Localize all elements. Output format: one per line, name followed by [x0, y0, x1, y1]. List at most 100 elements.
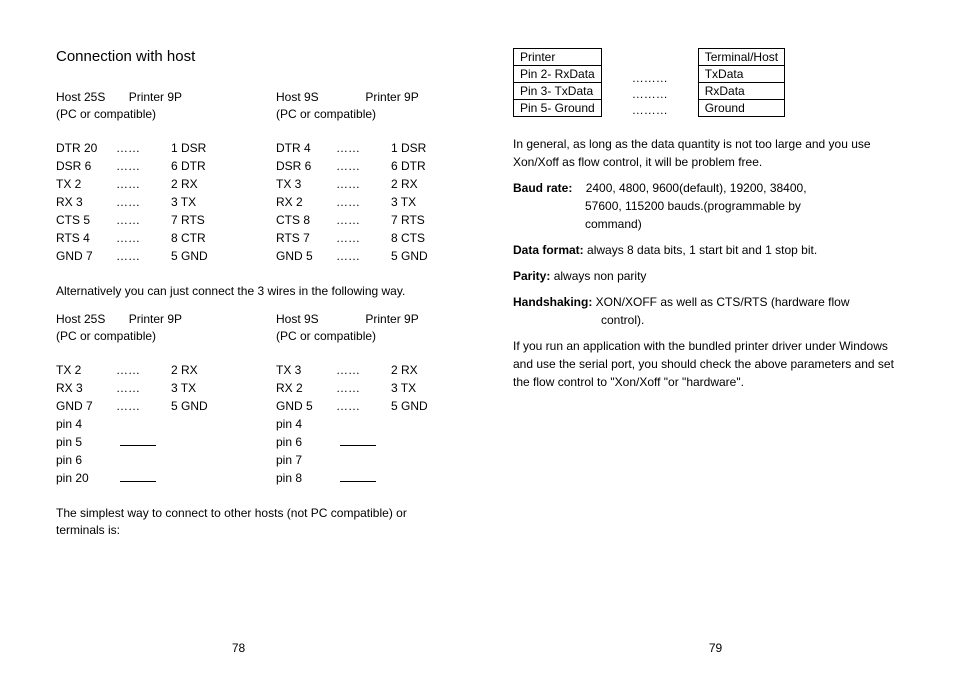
loopback-pin-row: pin 7 — [276, 451, 446, 469]
pin-right: 7 RTS — [391, 211, 446, 229]
pin-right: 1 DSR — [171, 139, 226, 157]
pin-left: RX 3 — [56, 193, 116, 211]
page-79: Printer Pin 2- RxData Pin 3- TxData Pin … — [477, 0, 954, 675]
page-78: Connection with host Host 25S Printer 9P… — [0, 0, 477, 675]
pin-dots: …… — [336, 397, 391, 415]
pin-right: 2 RX — [391, 361, 446, 379]
pin-right: 3 TX — [171, 193, 226, 211]
pin-right: 2 RX — [171, 361, 226, 379]
pin-label: pin 5 — [56, 433, 116, 451]
pin-label: pin 4 — [276, 415, 336, 433]
printer-column: Printer Pin 2- RxData Pin 3- TxData Pin … — [513, 48, 602, 117]
pin-left: RTS 7 — [276, 229, 336, 247]
pin-right: 2 RX — [171, 175, 226, 193]
pin-dots: …… — [336, 175, 391, 193]
pin-dots: …… — [116, 229, 171, 247]
table-cell: Pin 5- Ground — [514, 100, 602, 117]
pin-block-d: Host 9S Printer 9P (PC or compatible) TX… — [276, 311, 446, 487]
table-cell: Pin 3- TxData — [514, 83, 602, 100]
pin-row: TX 2……2 RX — [56, 175, 226, 193]
pin-left: CTS 5 — [56, 211, 116, 229]
pin-left: DSR 6 — [276, 157, 336, 175]
pin-row: TX 3……2 RX — [276, 361, 446, 379]
printer-label: Printer 9P — [365, 90, 418, 104]
pin-block-b: Host 9S Printer 9P (PC or compatible) DT… — [276, 89, 446, 265]
pin-header: Host 9S Printer 9P (PC or compatible) — [276, 311, 446, 345]
datafmt-label: Data format: — [513, 243, 584, 257]
application-paragraph: If you run an application with the bundl… — [513, 337, 906, 391]
pin-label: pin 4 — [56, 415, 116, 433]
pin-row: DSR 6……6 DTR — [56, 157, 226, 175]
loopback-pin-row: pin 5 — [56, 433, 226, 451]
pin-header: Host 25S Printer 9P (PC or compatible) — [56, 89, 226, 123]
table-cell: Pin 2- RxData — [514, 66, 602, 83]
loopback-pin-row: pin 4 — [276, 415, 446, 433]
pin-left: TX 2 — [56, 175, 116, 193]
table-cell: Terminal/Host — [698, 49, 784, 66]
pin-right: 5 GND — [171, 397, 226, 415]
pin-row: RX 3……3 TX — [56, 379, 226, 397]
loopback-line — [336, 415, 391, 433]
loopback-line — [116, 451, 171, 469]
pin-dots: …… — [116, 139, 171, 157]
loopback-line — [336, 433, 391, 451]
pin-block-c: Host 25S Printer 9P (PC or compatible) T… — [56, 311, 226, 487]
pin-left: DTR 20 — [56, 139, 116, 157]
pin-left: TX 3 — [276, 175, 336, 193]
printer-label: Printer 9P — [129, 90, 182, 104]
pin-left: TX 2 — [56, 361, 116, 379]
pin-dots: …… — [336, 193, 391, 211]
pin-label: pin 7 — [276, 451, 336, 469]
pin-row: GND 5……5 GND — [276, 247, 446, 265]
pin-dots: …… — [116, 397, 171, 415]
sub-label: (PC or compatible) — [276, 329, 376, 343]
sub-label: (PC or compatible) — [56, 107, 156, 121]
pin-left: RX 2 — [276, 193, 336, 211]
pin-right: 8 CTR — [171, 229, 226, 247]
pin-right: 5 GND — [391, 247, 446, 265]
pin-dots: …… — [336, 361, 391, 379]
pin-left: RX 3 — [56, 379, 116, 397]
sub-label: (PC or compatible) — [56, 329, 156, 343]
pin-row: DTR 20……1 DSR — [56, 139, 226, 157]
pin-right: 5 GND — [171, 247, 226, 265]
page-title: Connection with host — [56, 48, 441, 65]
pin-left: RX 2 — [276, 379, 336, 397]
parity-value: always non parity — [550, 269, 646, 283]
loopback-line — [116, 469, 171, 487]
host-label: Host 9S — [276, 312, 319, 326]
pin-left: GND 5 — [276, 247, 336, 265]
pin-label: pin 20 — [56, 469, 116, 487]
baud-value: 2400, 4800, 9600(default), 19200, 38400, — [586, 181, 807, 195]
hand-label: Handshaking: — [513, 295, 592, 309]
loopback-line — [336, 469, 391, 487]
pin-right: 1 DSR — [391, 139, 446, 157]
document-spread: Connection with host Host 25S Printer 9P… — [0, 0, 954, 675]
dot-connectors: ……… ……… ……… — [632, 48, 668, 117]
baud-rate-block: Baud rate: 2400, 4800, 9600(default), 19… — [513, 179, 906, 233]
pin-block-a: Host 25S Printer 9P (PC or compatible) D… — [56, 89, 226, 265]
pin-left: TX 3 — [276, 361, 336, 379]
pin-left: CTS 8 — [276, 211, 336, 229]
loopback-pin-row: pin 20 — [56, 469, 226, 487]
pin-row: GND 7……5 GND — [56, 247, 226, 265]
pin-dots: …… — [116, 211, 171, 229]
dots: ……… — [632, 71, 668, 85]
table-cell: TxData — [698, 66, 784, 83]
pin-dots: …… — [336, 157, 391, 175]
handshaking-block: Handshaking: XON/XOFF as well as CTS/RTS… — [513, 293, 906, 329]
pin-dots: …… — [336, 379, 391, 397]
data-format-block: Data format: always 8 data bits, 1 start… — [513, 241, 906, 259]
pin-row: DSR 6……6 DTR — [276, 157, 446, 175]
host-column: Terminal/Host TxData RxData Ground — [698, 48, 785, 117]
table-cell: Printer — [514, 49, 602, 66]
table-cell: Ground — [698, 100, 784, 117]
hand-value: control). — [513, 311, 906, 329]
pin-row: RX 2……3 TX — [276, 193, 446, 211]
pin-label: pin 8 — [276, 469, 336, 487]
pin-right: 6 DTR — [171, 157, 226, 175]
loopback-pin-row: pin 6 — [56, 451, 226, 469]
pin-dots: …… — [336, 139, 391, 157]
host-label: Host 25S — [56, 90, 105, 104]
pin-label: pin 6 — [56, 451, 116, 469]
